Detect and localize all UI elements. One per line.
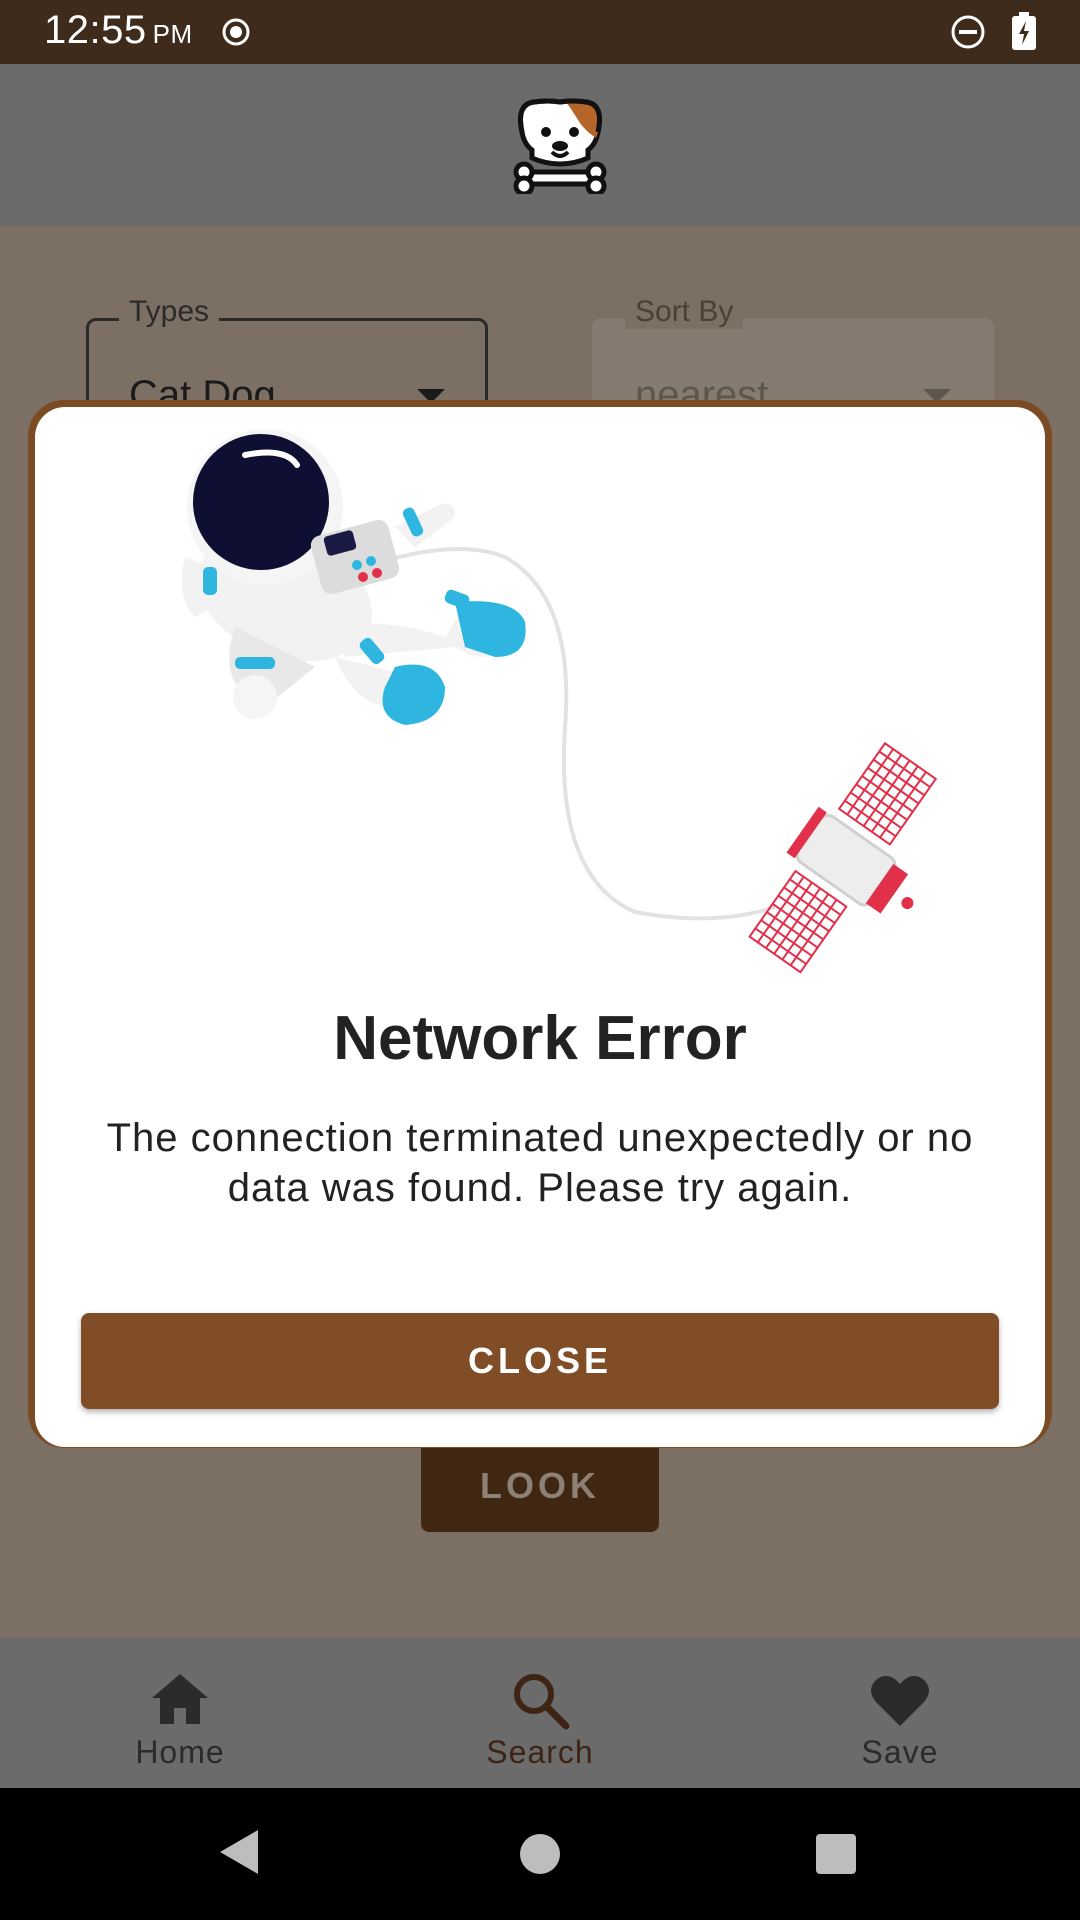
heart-icon: [871, 1675, 929, 1726]
back-icon[interactable]: [218, 1828, 260, 1876]
sort-by-label: Sort By: [625, 295, 744, 329]
nav-label-save: Save: [861, 1734, 939, 1770]
battery-charging-icon: [1012, 12, 1036, 50]
network-error-dialog: Network Error The connection terminated …: [35, 407, 1045, 1447]
astronaut-satellite-illustration: [181, 429, 938, 974]
bottom-nav: Home Search Save: [0, 1638, 1080, 1788]
status-time-value: 12:55: [44, 8, 147, 52]
types-label: Types: [119, 295, 220, 329]
nav-item-search[interactable]: Search: [360, 1638, 720, 1788]
home-button-icon[interactable]: [520, 1834, 560, 1874]
dialog-message: The connection terminated unexpectedly o…: [106, 1116, 974, 1210]
nav-label-search: Search: [486, 1734, 594, 1770]
search-icon: [514, 1674, 570, 1730]
status-bar: 12:55 PM: [0, 0, 1080, 64]
close-button[interactable]: CLOSE: [81, 1313, 999, 1409]
system-nav-bar: [0, 1788, 1080, 1920]
do-not-disturb-icon: [951, 15, 985, 49]
home-icon: [152, 1674, 208, 1724]
dog-logo-icon: [513, 98, 607, 194]
status-time: 12:55 PM: [44, 8, 193, 53]
nav-label-home: Home: [135, 1734, 225, 1770]
nav-item-save[interactable]: Save: [720, 1638, 1080, 1788]
dialog-title: Network Error: [333, 1004, 747, 1073]
app-bar: [0, 64, 1080, 226]
recents-icon[interactable]: [816, 1834, 856, 1874]
record-icon: [222, 18, 250, 46]
status-time-ampm: PM: [152, 19, 193, 49]
nav-item-home[interactable]: Home: [0, 1638, 360, 1788]
